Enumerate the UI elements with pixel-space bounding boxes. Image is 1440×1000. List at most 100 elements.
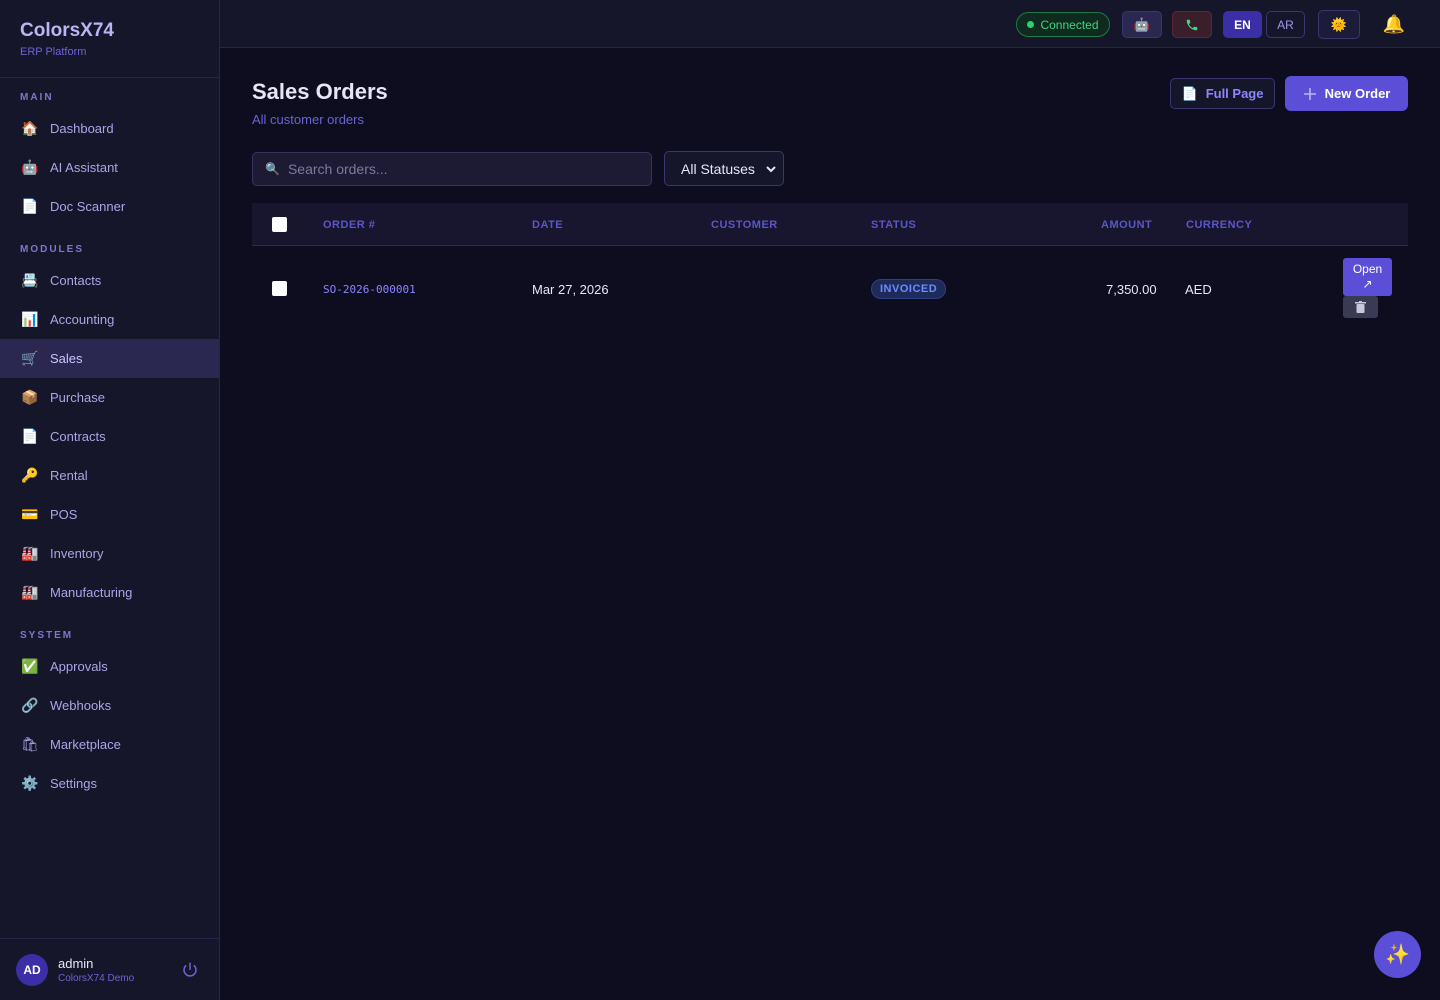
status-filter-select[interactable]: All Statuses [664, 151, 784, 186]
ai-sparkle-button[interactable]: ✨ [1374, 931, 1421, 978]
external-link-icon: ↗ [1362, 277, 1373, 291]
brand-title: ColorsX74 [20, 20, 114, 41]
shop-icon: 🛍 [21, 736, 39, 752]
key-icon: 🔑 [21, 467, 39, 483]
sidebar-item-label: Approvals [50, 659, 108, 674]
plus-icon [1303, 87, 1316, 100]
sidebar-item-dashboard[interactable]: 🏠 Dashboard [0, 109, 219, 148]
sidebar-item-approvals[interactable]: ✅ Approvals [0, 647, 219, 686]
sidebar-item-label: Webhooks [50, 698, 112, 713]
sidebar-item-label: Dashboard [50, 121, 114, 136]
new-order-label: New Order [1324, 86, 1391, 101]
trash-icon [1355, 301, 1366, 313]
power-icon[interactable] [181, 961, 199, 979]
sidebar-item-label: AI Assistant [50, 160, 118, 175]
order-currency: AED [1185, 282, 1212, 297]
full-page-label: Full Page [1205, 86, 1264, 101]
sidebar-item-marketplace[interactable]: 🛍 Marketplace [0, 725, 219, 764]
brand-subtitle: ERP Platform [20, 46, 87, 58]
sidebar-item-sales[interactable]: 🛒 Sales [0, 339, 219, 378]
sidebar-item-manufacturing[interactable]: 🏭 Manufacturing [0, 573, 219, 612]
robot-icon: 🤖 [1133, 16, 1151, 32]
sidebar-item-ai-assistant[interactable]: 🤖 AI Assistant [0, 148, 219, 187]
sidebar-item-label: Accounting [50, 312, 115, 327]
card-icon: 💳 [21, 506, 39, 522]
document-icon: 📄 [1181, 85, 1198, 101]
user-org: ColorsX74 Demo [58, 972, 135, 984]
phone-icon [1186, 19, 1198, 30]
page-subtitle: All customer orders [252, 112, 364, 127]
house-icon: 🏠 [21, 120, 39, 136]
sidebar-item-doc-scanner[interactable]: 📄 Doc Scanner [0, 187, 219, 226]
open-order-button[interactable]: Open ↗ [1343, 258, 1392, 296]
delete-order-button[interactable] [1343, 296, 1378, 318]
search-box: 🔍 [252, 152, 652, 186]
sidebar: ColorsX74 ERP Platform MAIN 🏠 Dashboard … [0, 0, 220, 1000]
sidebar-item-settings[interactable]: ⚙️ Settings [0, 764, 219, 803]
sidebar-item-label: Inventory [50, 546, 104, 561]
table-row[interactable]: SO-2026-000001 Mar 27, 2026 INVOICED 7,3… [252, 246, 1408, 332]
sun-icon: 🌞 [1330, 16, 1348, 32]
sidebar-item-contracts[interactable]: 📄 Contracts [0, 417, 219, 456]
orders-table: ORDER # DATE CUSTOMER STATUS AMOUNT CURR… [252, 203, 1408, 332]
sidebar-item-purchase[interactable]: 📦 Purchase [0, 378, 219, 417]
factory-icon: 🏭 [21, 584, 39, 600]
sparkle-icon: ✨ [1385, 944, 1410, 966]
full-page-button[interactable]: 📄 Full Page [1170, 78, 1275, 109]
sidebar-item-label: Purchase [50, 390, 105, 405]
order-date: Mar 27, 2026 [532, 282, 609, 297]
lang-ar-button[interactable]: AR [1266, 11, 1305, 38]
sidebar-item-label: Sales [50, 351, 83, 366]
sidebar-item-rental[interactable]: 🔑 Rental [0, 456, 219, 495]
gear-icon: ⚙️ [21, 775, 39, 791]
column-customer[interactable]: CUSTOMER [711, 219, 778, 231]
connection-label: Connected [1040, 17, 1099, 32]
open-label: Open [1352, 262, 1383, 276]
column-currency[interactable]: CURRENCY [1186, 219, 1252, 231]
status-badge: INVOICED [871, 279, 947, 299]
link-icon: 🔗 [21, 697, 39, 713]
package-icon: 📦 [21, 389, 39, 405]
user-bar: AD admin ColorsX74 Demo [0, 938, 219, 1000]
ai-assistant-button[interactable]: 🤖 [1122, 11, 1162, 38]
nav-section-modules: MODULES [20, 244, 84, 255]
call-button[interactable] [1172, 11, 1212, 38]
order-number-link[interactable]: SO-2026-000001 [323, 283, 416, 296]
sidebar-item-label: Contracts [50, 429, 106, 444]
sidebar-item-inventory[interactable]: 🏭 Inventory [0, 534, 219, 573]
sidebar-item-accounting[interactable]: 📊 Accounting [0, 300, 219, 339]
select-all-checkbox[interactable] [272, 217, 287, 232]
sidebar-item-webhooks[interactable]: 🔗 Webhooks [0, 686, 219, 725]
bell-icon: 🔔 [1382, 14, 1406, 34]
notifications-button[interactable]: 🔔 [1380, 11, 1408, 38]
check-icon: ✅ [21, 658, 39, 674]
document-icon: 📄 [21, 428, 39, 444]
sidebar-item-label: Contacts [50, 273, 102, 288]
lang-en-button[interactable]: EN [1223, 11, 1262, 38]
nav-section-main: MAIN [20, 92, 54, 103]
search-input[interactable] [287, 161, 628, 177]
row-checkbox[interactable] [272, 281, 287, 296]
connection-status: Connected [1016, 12, 1110, 37]
theme-toggle-button[interactable]: 🌞 [1318, 10, 1360, 39]
topbar: Connected 🤖 EN AR 🌞 🔔 [220, 0, 1440, 48]
sidebar-item-contacts[interactable]: 📇 Contacts [0, 261, 219, 300]
table-header: ORDER # DATE CUSTOMER STATUS AMOUNT CURR… [252, 203, 1408, 246]
sidebar-item-label: POS [50, 507, 78, 522]
contacts-icon: 📇 [21, 272, 39, 288]
sidebar-item-label: Settings [50, 776, 97, 791]
sidebar-item-label: Rental [50, 468, 88, 483]
page-title: Sales Orders [252, 79, 388, 104]
chevron-down-icon [766, 166, 776, 173]
column-date[interactable]: DATE [532, 219, 563, 231]
column-status[interactable]: STATUS [871, 219, 916, 231]
factory-icon: 🏭 [21, 545, 39, 561]
column-amount[interactable]: AMOUNT [1101, 219, 1152, 231]
new-order-button[interactable]: New Order [1285, 76, 1408, 111]
document-icon: 📄 [21, 198, 39, 214]
column-order[interactable]: ORDER # [323, 219, 375, 231]
cart-icon: 🛒 [21, 350, 39, 366]
avatar[interactable]: AD [16, 953, 48, 986]
nav-section-system: SYSTEM [20, 630, 74, 641]
sidebar-item-pos[interactable]: 💳 POS [0, 495, 219, 534]
